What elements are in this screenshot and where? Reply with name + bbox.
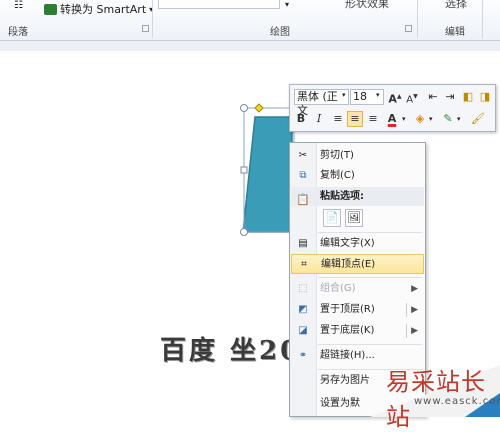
align-left-icon[interactable]: ≡ — [330, 111, 346, 127]
menu-separator — [318, 277, 422, 278]
outline-pen-icon[interactable]: ✎ — [440, 111, 456, 127]
watermark-url: www.easck.com — [414, 396, 500, 407]
font-dropdown-icon[interactable]: ▾ — [342, 91, 346, 99]
menu-item-label: 置于底层(K) — [320, 325, 375, 336]
adjust-handle — [254, 103, 264, 113]
menu-separator — [318, 344, 422, 345]
bring-front-icon: ◩ — [298, 304, 308, 315]
menu-item-label: 超链接(H)... — [320, 350, 375, 361]
menu-item-edit-points[interactable]: ⌗ 编辑顶点(E) — [291, 254, 424, 274]
edit-points-icon: ⌗ — [301, 259, 307, 270]
split-divider — [406, 303, 407, 317]
menu-item-group[interactable]: ⬚ 组合(G) ▶ — [291, 279, 424, 299]
grow-font-button[interactable]: A▲ — [387, 89, 403, 106]
resize-handle — [240, 166, 248, 174]
menu-item-label: 另存为图片 — [320, 375, 370, 386]
menu-item-label: 编辑顶点(E) — [321, 259, 376, 270]
paste-picture-icon[interactable]: 🖼 — [345, 209, 363, 227]
decrease-indent-icon[interactable]: ⇤ — [425, 89, 441, 105]
trapezoid-shape — [242, 116, 293, 233]
align-right-icon[interactable]: ≡ — [365, 111, 381, 127]
menu-item-cut[interactable]: ✂ 剪切(T) — [291, 146, 424, 166]
shape-outline-icon[interactable]: ◨ — [477, 89, 493, 105]
mini-toolbar: 黑体 (正文 ▾ 18 ▾ A▲ A▼ ⇤ ⇥ ◧ ◨ B I ≡ ≡ ≡ A … — [289, 84, 496, 132]
send-back-icon: ◪ — [298, 325, 308, 336]
submenu-arrow-icon[interactable]: ▶ — [411, 300, 418, 320]
align-center-icon[interactable]: ≡ — [347, 111, 363, 127]
paste-options-heading: 📋 粘贴选项: — [291, 187, 424, 206]
submenu-arrow-icon[interactable]: ▶ — [411, 321, 418, 341]
submenu-arrow-icon: ▶ — [411, 284, 418, 294]
resize-handle — [240, 228, 248, 236]
fill-bucket-icon[interactable]: ◈ — [412, 111, 428, 127]
clipboard-icon: 📋 — [296, 193, 310, 206]
italic-button[interactable]: I — [311, 111, 327, 127]
edit-text-icon: ▤ — [298, 238, 308, 249]
menu-item-label: 设置为默 — [320, 398, 360, 409]
paste-keep-source-icon[interactable]: 📄 — [323, 209, 341, 227]
font-color-dropdown-icon[interactable]: ▾ — [402, 115, 406, 123]
font-name-box[interactable]: 黑体 (正文 — [294, 89, 349, 117]
increase-indent-icon[interactable]: ⇥ — [442, 89, 458, 105]
split-divider — [406, 324, 407, 338]
outline-dropdown-icon[interactable]: ▾ — [457, 115, 461, 123]
font-size-value: 18 — [353, 90, 367, 103]
copy-icon: ⧉ — [299, 170, 307, 181]
menu-item-label: 置于顶层(R) — [320, 304, 375, 315]
scissors-icon: ✂ — [298, 150, 308, 161]
shrink-font-button[interactable]: A▼ — [404, 89, 420, 105]
shape-fill-icon[interactable]: ◧ — [460, 89, 476, 105]
fill-dropdown-icon[interactable]: ▾ — [429, 115, 433, 123]
menu-item-copy[interactable]: ⧉ 复制(C) — [291, 166, 424, 186]
hyperlink-icon: ⚭ — [298, 350, 308, 361]
menu-item-label: 复制(C) — [320, 170, 355, 181]
menu-item-label: 剪切(T) — [320, 150, 354, 161]
format-painter-icon[interactable]: 🖌 — [470, 111, 486, 127]
menu-item-bring-front[interactable]: ◩ 置于顶层(R) ▶ — [291, 300, 424, 320]
menu-item-edit-text[interactable]: ▤ 编辑文字(X) — [291, 234, 424, 254]
font-color-button[interactable]: A — [384, 111, 400, 127]
resize-handle — [240, 104, 248, 112]
menu-item-send-back[interactable]: ◪ 置于底层(K) ▶ — [291, 321, 424, 341]
bold-button[interactable]: B — [293, 111, 309, 127]
menu-separator — [318, 232, 422, 233]
group-icon: ⬚ — [298, 283, 308, 294]
menu-item-label: 组合(G) — [320, 283, 356, 294]
paste-options-label: 粘贴选项: — [320, 191, 364, 202]
size-dropdown-icon[interactable]: ▾ — [376, 91, 380, 99]
menu-item-label: 编辑文字(X) — [320, 238, 375, 249]
